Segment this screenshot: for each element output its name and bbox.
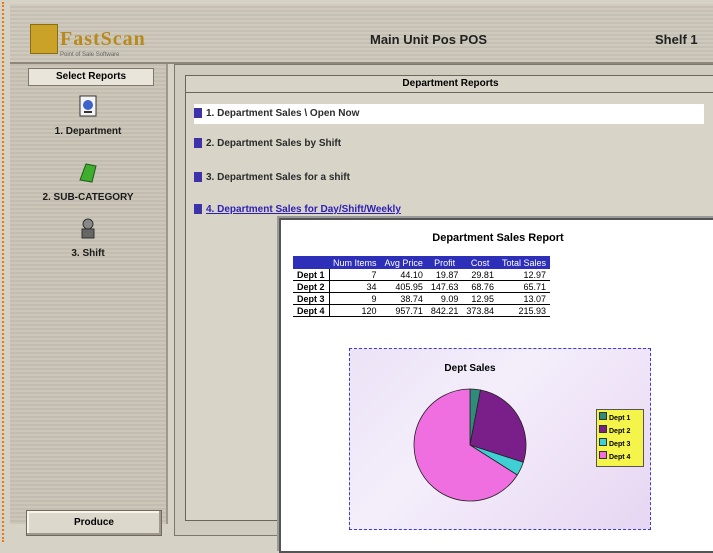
top-bar: FastScan Point of Sale Software Main Uni… [10, 4, 713, 64]
legend-label: Dept 3 [609, 441, 631, 448]
report-table: Num Items Avg Price Profit Cost Total Sa… [293, 256, 550, 317]
table-cell: 9.09 [426, 292, 463, 305]
logo-mark-icon [30, 24, 58, 54]
legend-label: Dept 1 [609, 415, 631, 422]
table-cell: 12.97 [497, 269, 550, 281]
report-title: Department Sales Report [432, 232, 564, 244]
table-cell: 7 [329, 269, 381, 281]
table-cell: 147.63 [426, 280, 463, 293]
table-cell: 215.93 [497, 304, 550, 317]
column-header: Cost [462, 256, 498, 269]
legend-label: Dept 4 [609, 454, 631, 461]
window-frame [2, 2, 9, 542]
table-row: Dept 3 9 38.74 9.09 12.95 13.07 [293, 292, 550, 305]
report-preview-window: Department Sales Report Num Items Avg Pr… [279, 218, 713, 553]
legend-swatch [599, 438, 607, 446]
report-bullet-icon [194, 108, 202, 119]
chart-legend: Dept 1 Dept 2 Dept 3 Dept 4 [596, 409, 644, 467]
column-header: Avg Price [380, 256, 427, 269]
row-label: Dept 1 [293, 269, 330, 281]
pie-plot [413, 388, 527, 502]
report-item-weekly[interactable]: 4. Department Sales for Day/Shift/Weekly [194, 200, 704, 220]
table-cell: 405.95 [380, 280, 427, 293]
brand-name: FastScan [60, 28, 146, 50]
category-icon [79, 163, 97, 183]
table-row: Dept 4 120 957.71 842.21 373.84 215.93 [293, 304, 550, 317]
table-cell: 13.07 [497, 292, 550, 305]
table-cell: 34 [329, 280, 381, 293]
row-label: Dept 4 [293, 304, 330, 317]
sidebar: Select Reports 1. Department 2. SUB-CATE… [10, 64, 168, 536]
shift-icon [81, 218, 95, 239]
sidebar-heading: Select Reports [28, 68, 154, 86]
table-cell: 65.71 [497, 280, 550, 293]
sidebar-item-label: 1. Department [54, 126, 122, 137]
table-cell: 957.71 [380, 304, 427, 317]
app-title: Main Unit Pos POS [370, 32, 488, 47]
table-cell: 19.87 [426, 269, 463, 281]
report-bullet-icon [194, 172, 202, 183]
legend-swatch [599, 425, 607, 433]
table-cell: 120 [329, 304, 381, 317]
shift-label: Shelf 1 [655, 32, 698, 47]
table-row: Dept 2 34 405.95 147.63 68.76 65.71 [293, 280, 550, 293]
legend-item: Dept 3 [599, 438, 641, 451]
produce-button[interactable]: Produce [26, 510, 162, 536]
legend-item: Dept 2 [599, 425, 641, 438]
sidebar-item-sub-category[interactable]: 2. SUB-CATEGORY [10, 160, 166, 203]
report-item-by-shift[interactable]: 2. Department Sales by Shift [194, 134, 704, 154]
table-cell: 38.74 [380, 292, 427, 305]
legend-swatch [599, 451, 607, 459]
column-header [293, 256, 330, 269]
report-label: 4. Department Sales for Day/Shift/Weekly [206, 204, 401, 215]
table-cell: 373.84 [462, 304, 498, 317]
report-item-for-shift[interactable]: 3. Department Sales for a shift [194, 168, 704, 188]
legend-item: Dept 1 [599, 412, 641, 425]
row-label: Dept 2 [293, 280, 330, 293]
pie-chart: Dept Sales Dept 1 Dept 2 Dept 3 Dept 4 [349, 348, 651, 530]
sidebar-item-label: 3. Shift [71, 248, 105, 259]
legend-swatch [599, 412, 607, 420]
sidebar-item-department[interactable]: 1. Department [10, 94, 166, 137]
brand-tagline: Point of Sale Software [60, 52, 120, 58]
report-label: 3. Department Sales for a shift [206, 172, 350, 183]
brand-logo: FastScan Point of Sale Software [30, 24, 160, 60]
sidebar-item-label: 2. SUB-CATEGORY [42, 192, 134, 203]
sidebar-item-shift[interactable]: 3. Shift [10, 216, 166, 259]
table-cell: 842.21 [426, 304, 463, 317]
report-label: 1. Department Sales \ Open Now [206, 108, 360, 119]
report-bullet-icon [194, 138, 202, 149]
column-header: Profit [426, 256, 463, 269]
legend-item: Dept 4 [599, 451, 641, 464]
table-cell: 68.76 [462, 280, 498, 293]
chart-title: Dept Sales [444, 363, 496, 374]
column-header: Num Items [329, 256, 381, 269]
legend-label: Dept 2 [609, 428, 631, 435]
department-icon [79, 95, 97, 117]
report-item-open-now[interactable]: 1. Department Sales \ Open Now [194, 104, 704, 124]
table-cell: 9 [329, 292, 381, 305]
table-header-row: Num Items Avg Price Profit Cost Total Sa… [293, 256, 550, 269]
table-row: Dept 1 7 44.10 19.87 29.81 12.97 [293, 269, 550, 281]
panel-title: Department Reports [186, 78, 713, 93]
table-cell: 29.81 [462, 269, 498, 281]
report-bullet-icon [194, 204, 202, 215]
table-cell: 44.10 [380, 269, 427, 281]
row-label: Dept 3 [293, 292, 330, 305]
column-header: Total Sales [497, 256, 550, 269]
table-cell: 12.95 [462, 292, 498, 305]
report-label: 2. Department Sales by Shift [206, 138, 342, 149]
